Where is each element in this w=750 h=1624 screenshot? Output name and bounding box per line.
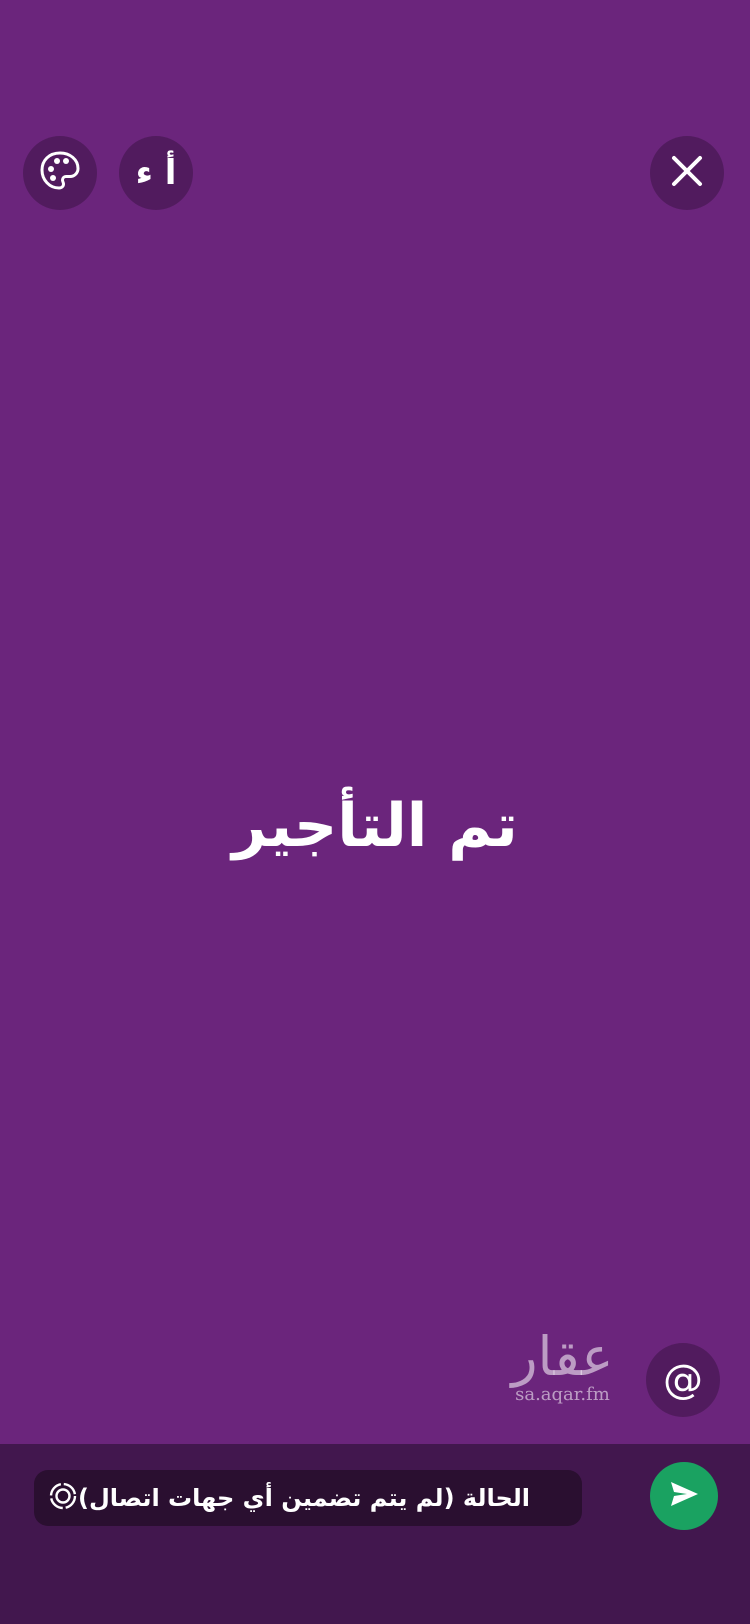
palette-icon: [38, 149, 82, 197]
aqar-watermark: عقار sa.aqar.fm: [500, 1330, 625, 1404]
close-button[interactable]: [650, 136, 724, 210]
send-button[interactable]: [650, 1462, 718, 1530]
font-style-button[interactable]: أ ء: [119, 136, 193, 210]
send-icon: [667, 1477, 701, 1515]
close-icon: [669, 153, 705, 193]
status-privacy-label: الحالة (لم يتم تضمين أي جهات اتصال): [78, 1484, 531, 1512]
font-style-label: أ ء: [135, 153, 177, 193]
status-text[interactable]: تم التأجير: [0, 790, 750, 862]
status-privacy-button[interactable]: الحالة (لم يتم تضمين أي جهات اتصال): [34, 1470, 582, 1526]
watermark-url: sa.aqar.fm: [515, 1384, 610, 1405]
color-palette-button[interactable]: [23, 136, 97, 210]
status-ring-icon: [48, 1481, 78, 1515]
watermark-logo: عقار: [511, 1325, 614, 1388]
mention-button[interactable]: @: [646, 1343, 720, 1417]
status-composer-screen: أ ء تم التأجير عقار sa.aqar.fm @ الحالة …: [0, 0, 750, 1624]
mention-label: @: [663, 1357, 703, 1403]
